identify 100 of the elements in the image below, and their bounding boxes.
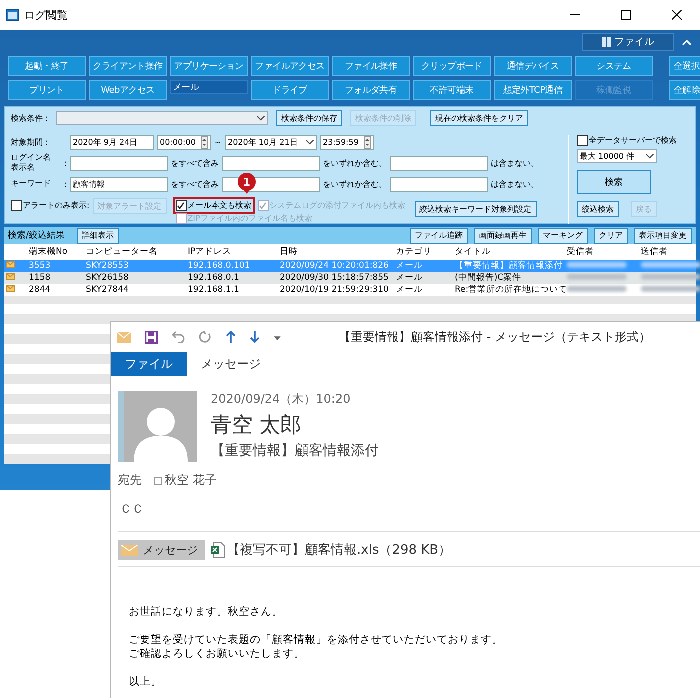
spinner-icon[interactable] [201,136,208,149]
colon: : [64,158,67,168]
undo-icon[interactable] [172,331,185,343]
category-button[interactable]: メール [170,80,248,94]
arrow-up-icon[interactable] [226,331,236,343]
body-line: ご要望を受けていた表題の「顧客情報」を添付させていただいております。 [129,633,504,647]
arrow-down-icon[interactable] [250,331,260,343]
all-servers-checkbox[interactable]: 全データサーバーで検索 [577,135,689,146]
attachment-name[interactable]: 【複写不可】顧客情報.xls（298 KB） [227,541,452,559]
table-cell-text: 192.168.0.101 [187,261,252,271]
customize-icon[interactable] [274,334,281,340]
range-separator: ～ [214,137,222,148]
blurred-text [567,286,627,292]
table-cell-text: (中間報告)C案件 [454,272,523,284]
redo-icon[interactable] [199,330,212,344]
text-field[interactable] [70,156,168,170]
field-label: キーワード [11,179,51,189]
date-field[interactable]: 2020年 10月 21日 [225,135,317,150]
keyword-columns-button[interactable]: 絞込検索キーワード対象列設定 [414,201,537,217]
date-field[interactable]: 2020年 9月 24日 [70,135,154,150]
table-cell-text: Re:営業所の所在地について [454,284,565,296]
table-cell-text: SKY27844 [85,285,130,295]
chevron-down-icon [257,116,266,120]
condition-button[interactable]: 現在の検索条件をクリア [430,110,528,126]
toolbar-button[interactable]: 画面録画再生 [474,228,532,244]
window-title: 【重要情報】顧客情報添付 - メッセージ（テキスト形式） [339,328,651,346]
column-header: 送信者 [640,246,669,258]
table-cell-text: 1158 [28,273,52,283]
condition-text: をいずれか含む。 [323,158,387,168]
table-cell-text: SKY26158 [85,273,130,283]
envelope-icon [121,544,138,556]
ribbon-tab[interactable]: ファイル [111,352,187,376]
file-menu-button[interactable]: ファイル [582,33,674,51]
app-icon [6,9,19,21]
text-field[interactable] [390,176,488,192]
blurred-text [567,262,627,268]
checkbox[interactable] [176,200,187,211]
collapse-icon[interactable] [682,38,692,46]
column-header: 受信者 [566,246,595,258]
table-cell-text: 192.168.1.1 [187,285,240,295]
text-field[interactable] [390,156,488,170]
colon: : [64,180,67,188]
search-button[interactable]: 検索 [577,170,651,194]
condition-label: 検索条件 : [11,112,48,124]
table-cell-text: 2020/09/30 15:18:57:855 [279,273,390,283]
body-line: お世話になります。秋空さん。 [129,605,284,619]
table-cell-text: 192.168.0.1 [187,273,240,283]
detail-button[interactable]: 詳細表示 [77,228,120,244]
table-cell-text: 【重要情報】顧客情報添付 [454,260,564,272]
column-header: 端末機No [28,246,69,258]
cc-label: ＣＣ [120,501,145,518]
window-title: ログ閲覧 [24,8,68,22]
blurred-text [641,274,700,280]
checkbox[interactable] [11,200,22,211]
table-cell-text: SKY28553 [85,261,130,271]
chevron-down-icon [306,140,314,145]
toolbar-button[interactable]: マーキング [538,228,588,244]
toolbar-button[interactable]: クリア [594,228,628,244]
option-checkbox[interactable]: メール本文も検索 [176,200,252,211]
alert-only-checkbox[interactable]: アラートのみ表示: [11,200,90,211]
envelope-icon [6,285,15,292]
blurred-text [641,286,700,292]
refine-button[interactable]: 絞込検索 [577,201,619,217]
column-header: カテゴリ [395,246,433,258]
envelope-icon [6,273,15,280]
blurred-text [567,274,627,280]
table-cell-text: 2020/10/19 21:59:29:310 [279,285,390,295]
spreadsheet-icon [211,542,225,558]
body-line: 以上。 [129,675,163,689]
spinner-icon[interactable] [364,136,371,149]
column-header: タイトル [454,246,492,258]
table-cell-text: メール [395,284,424,296]
text-field[interactable] [222,156,320,170]
save-icon[interactable] [145,330,158,344]
text-field[interactable]: 顧客情報 [70,176,168,192]
book-icon [602,37,610,47]
chevron-down-icon [646,154,654,158]
checkbox[interactable] [577,135,588,146]
table-cell-text: 2844 [28,285,52,295]
to-label: 宛先 [118,472,142,489]
table-cell-text: メール [395,272,424,284]
envelope-icon [6,261,15,268]
condition-text: は含まない。 [491,158,539,168]
table-cell-text: 2020/09/24 10:20:01:826 [279,261,390,271]
message-tab[interactable]: メッセージ [118,540,205,560]
body-line: ご確認よろしくお願いいたします。 [129,647,306,661]
recipient-name: 秋空 花子 [165,472,217,489]
toolbar-button[interactable]: ファイル追跡 [410,228,468,244]
time-field[interactable]: 23:59:59 [320,135,374,150]
period-label: 対象期間 : [11,137,50,148]
toolbar-button[interactable]: 表示項目変更 [634,228,692,244]
field-label: ログイン名 [11,153,51,163]
condition-text: をすべて含み [171,178,219,190]
sender-name: 青空 太郎 [211,412,303,439]
blurred-text [641,262,700,268]
contact-icon [154,476,162,484]
condition-button[interactable]: 検索条件の保存 [276,110,342,126]
condition-text: をすべて含み [171,158,219,168]
time-field[interactable]: 00:00:00 [157,135,211,150]
max-rows-dropdown[interactable]: 最大 10000 件 [577,149,657,163]
